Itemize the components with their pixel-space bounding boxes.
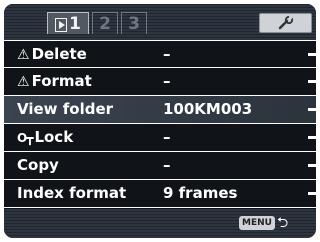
tab-label: 2 [99,14,111,34]
menu-return-button[interactable]: MENU ⮌ [239,215,288,230]
wrench-icon [278,16,293,30]
menu-item-format[interactable]: ⚠ Format – [4,68,316,96]
menu-item-label: Lock [34,128,74,146]
menu-item-label: View folder [17,100,114,118]
warning-icon: ⚠ [17,74,30,90]
menu-list: ⚠ Delete – ⚠ Format – View folder 100KM003… [4,40,316,208]
warning-icon: ⚠ [17,47,30,63]
submenu-indicator [308,108,316,111]
key-icon: O┳ [17,131,33,145]
menu-item-copy[interactable]: Copy – [4,152,316,180]
menu-item-label: Delete [31,45,87,63]
menu-item-value: 9 frames [163,184,238,202]
menu-item-label: Index format [17,184,127,202]
menu-label: MENU [239,215,275,230]
return-icon: ⮌ [276,214,289,231]
menu-item-value: – [163,45,171,63]
tab-label: 3 [128,14,140,34]
menu-item-view-folder[interactable]: View folder 100KM003 [4,96,316,124]
tab-playback-1[interactable]: 1 [47,12,89,34]
tab-setup[interactable] [259,13,312,33]
tab-playback-2[interactable]: 2 [92,12,118,34]
menu-item-delete[interactable]: ⚠ Delete – [4,40,316,68]
playback-icon [55,18,68,32]
submenu-indicator [308,192,316,195]
tab-playback-3[interactable]: 3 [121,12,147,34]
submenu-indicator [308,164,316,167]
tab-label: 1 [69,14,81,34]
submenu-indicator [308,80,316,83]
menu-item-value: 100KM003 [163,100,253,118]
bottom-bar: MENU ⮌ [4,209,316,238]
menu-item-index-format[interactable]: Index format 9 frames [4,180,316,208]
menu-item-label: Format [31,72,92,90]
menu-item-value: – [163,156,171,174]
camera-menu-screen: 1 2 3 ⚠ Delete – ⚠ Format – View folder … [4,4,316,238]
menu-item-label: Copy [17,156,59,174]
menu-item-value: – [163,72,171,90]
submenu-indicator [308,136,316,139]
submenu-indicator [308,53,316,56]
tab-bar: 1 2 3 [4,4,316,40]
menu-item-lock[interactable]: O┳ Lock – [4,124,316,152]
menu-item-value: – [163,128,171,146]
